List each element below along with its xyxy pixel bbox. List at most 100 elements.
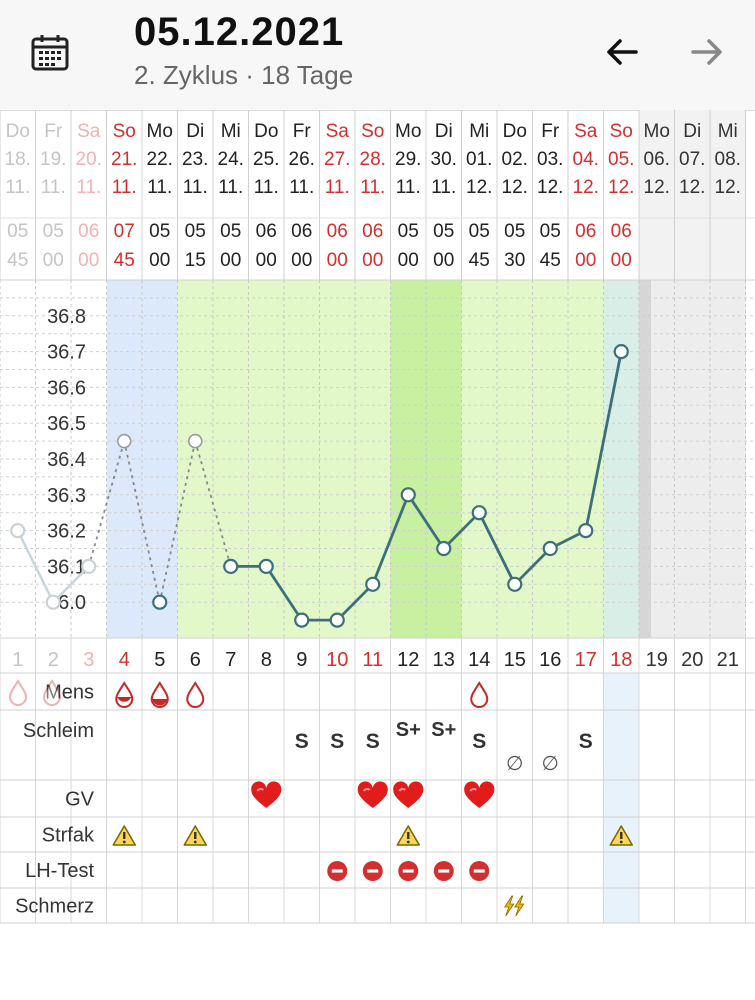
date-month-label: 11. — [76, 177, 101, 198]
date-month-label: 12. — [502, 177, 528, 198]
measure-hour-label: 05 — [540, 221, 561, 242]
calendar-icon[interactable] — [30, 32, 70, 72]
date-day-label: 26. — [289, 149, 315, 170]
date-day-label: 21. — [111, 149, 137, 170]
lh-negative-icon[interactable] — [327, 861, 348, 881]
temperature-point[interactable] — [329, 612, 345, 628]
temperature-point[interactable] — [258, 558, 274, 574]
cycle-day-label: 16 — [539, 649, 561, 671]
arrow-right-icon[interactable] — [683, 28, 731, 76]
date-month-label: 12. — [573, 177, 599, 198]
blood-drop-icon[interactable] — [8, 679, 28, 706]
temperature-point[interactable] — [116, 433, 132, 449]
cycle-day-label: 13 — [433, 649, 455, 671]
date-day-label: 04. — [573, 149, 599, 170]
blood-drop-icon[interactable] — [186, 681, 205, 708]
date-month-label: 11. — [147, 177, 172, 198]
weekday-label: Mi — [469, 121, 489, 142]
date-day-label: 08. — [715, 149, 741, 170]
heart-icon[interactable] — [464, 781, 495, 808]
date-month-label: 12. — [679, 177, 705, 198]
heart-icon[interactable] — [251, 781, 282, 808]
date-month-label: 11. — [254, 177, 279, 198]
chart-phase-band — [106, 280, 143, 638]
date-month-label: 11. — [112, 177, 137, 198]
lh-negative-icon[interactable] — [362, 861, 383, 881]
measure-minute-label: 45 — [7, 250, 28, 271]
date-day-label: 23. — [182, 149, 208, 170]
weekday-label: Sa — [574, 121, 598, 142]
temperature-point[interactable] — [10, 523, 26, 539]
date-day-label: 22. — [147, 149, 173, 170]
date-month-label: 12. — [644, 177, 670, 198]
temperature-point[interactable] — [613, 344, 629, 360]
cycle-day-label: 18 — [610, 649, 632, 671]
measure-hour-label: 05 — [504, 221, 525, 242]
warning-icon[interactable] — [396, 825, 420, 846]
temperature-point[interactable] — [187, 433, 203, 449]
cycle-day-label: 3 — [83, 649, 94, 671]
row-label-lh: LH-Test — [25, 860, 94, 882]
cycle-chart[interactable]: Do18.11.0545Fr19.11.0500Sa20.11.0600So21… — [0, 110, 755, 1000]
cycle-day-label: 14 — [468, 649, 490, 671]
lh-negative-icon[interactable] — [398, 861, 419, 881]
date-day-label: 27. — [324, 149, 350, 170]
weekday-label: Di — [186, 121, 204, 142]
date-month-label: 12. — [466, 177, 492, 198]
cycle-day-label: 2 — [48, 649, 59, 671]
weekday-label: Mo — [147, 121, 173, 142]
cycle-day-label: 15 — [504, 649, 526, 671]
cycle-day-label: 9 — [296, 649, 307, 671]
blood-drop-icon[interactable] — [150, 681, 169, 708]
lh-negative-icon[interactable] — [433, 861, 454, 881]
arrow-left-icon[interactable] — [598, 28, 646, 76]
measure-hour-label: 06 — [256, 221, 277, 242]
temperature-point[interactable] — [578, 523, 594, 539]
weekday-label: Mo — [644, 121, 670, 142]
date-month-label: 11. — [5, 177, 30, 198]
weekday-label: Mi — [718, 121, 738, 142]
mucus-value: S+ — [396, 719, 421, 741]
y-tick-label: 36.3 — [47, 485, 86, 507]
mucus-value: ∅ — [542, 753, 559, 775]
heart-icon[interactable] — [393, 781, 424, 808]
date-month-label: 11. — [218, 177, 243, 198]
mucus-value: ∅ — [506, 753, 523, 775]
temperature-point[interactable] — [294, 612, 310, 628]
temperature-point[interactable] — [400, 487, 416, 503]
temperature-point[interactable] — [81, 558, 97, 574]
temperature-point[interactable] — [542, 540, 558, 557]
blood-drop-icon[interactable] — [115, 681, 134, 708]
date-month-label: 11. — [41, 177, 66, 198]
warning-icon[interactable] — [112, 825, 136, 846]
cycle-day-label: 4 — [119, 649, 130, 671]
cycle-day-label: 10 — [326, 649, 348, 671]
date-day-label: 29. — [395, 149, 421, 170]
mucus-value: S — [295, 730, 309, 753]
temperature-point[interactable] — [45, 594, 61, 610]
weekday-label: Do — [254, 121, 278, 142]
measure-hour-label: 05 — [398, 221, 419, 242]
date-day-label: 19. — [40, 149, 66, 170]
measure-hour-label: 06 — [291, 221, 312, 242]
temperature-point[interactable] — [152, 594, 168, 610]
y-tick-label: 36.4 — [47, 449, 86, 471]
warning-icon[interactable] — [183, 825, 207, 846]
date-month-label: 12. — [537, 177, 563, 198]
temperature-point[interactable] — [223, 558, 239, 574]
cycle-day-label: 21 — [717, 649, 739, 671]
temperature-point[interactable] — [436, 540, 452, 557]
weekday-label: So — [361, 121, 384, 142]
lh-negative-icon[interactable] — [469, 861, 490, 881]
cycle-day-label: 17 — [575, 649, 597, 671]
measure-minute-label: 00 — [220, 250, 241, 271]
temperature-point[interactable] — [365, 576, 381, 592]
heart-icon[interactable] — [357, 781, 388, 808]
temperature-point[interactable] — [471, 505, 487, 521]
measure-minute-label: 00 — [327, 250, 348, 271]
date-day-label: 05. — [608, 149, 634, 170]
measure-minute-label: 00 — [291, 250, 312, 271]
pain-icon[interactable] — [504, 895, 525, 917]
blood-drop-icon[interactable] — [470, 681, 489, 708]
temperature-point[interactable] — [507, 576, 523, 592]
